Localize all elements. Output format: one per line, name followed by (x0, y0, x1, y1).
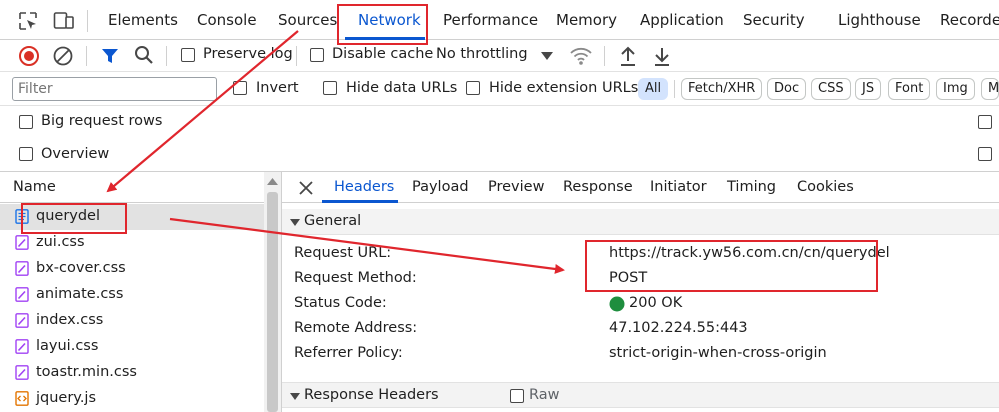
annotation-arrow-to-request (106, 30, 299, 193)
annotation-arrow-to-url (169, 217, 565, 274)
annotation-arrows (106, 30, 565, 274)
